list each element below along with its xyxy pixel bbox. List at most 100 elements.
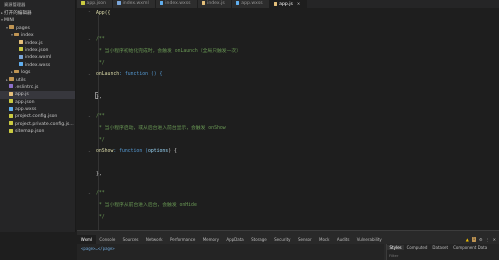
project-root[interactable]: ▾MINI bbox=[0, 17, 75, 24]
editor-tab[interactable]: app.js × bbox=[269, 0, 308, 8]
fold-icon[interactable]: ⌄ bbox=[88, 8, 91, 15]
code-line: * 当小程序启动，或从后台进入前台显示，会触发 onShow bbox=[96, 126, 226, 131]
code-line: onShow: function (options) { bbox=[96, 149, 177, 154]
tab-label: index.wxss bbox=[165, 1, 191, 6]
close-icon[interactable]: ✕ bbox=[493, 237, 496, 242]
code-line: */ bbox=[96, 138, 105, 143]
tab-label: index.js bbox=[207, 1, 225, 6]
code-line: */ bbox=[96, 215, 105, 220]
editor-tab[interactable]: app.wxss bbox=[231, 0, 270, 8]
tree-item-label: index.wxml bbox=[25, 55, 52, 61]
tree-folder[interactable]: ▾ pages bbox=[0, 25, 75, 32]
tree-file[interactable]: app.js bbox=[0, 91, 75, 99]
wxml-tree[interactable]: <page>…</page> bbox=[77, 244, 384, 260]
fold-icon[interactable]: ⌄ bbox=[88, 113, 91, 120]
tree-item-label: index.wxss bbox=[25, 62, 51, 68]
tree-file[interactable]: sitemap.json bbox=[0, 128, 75, 135]
styles-tab-component-data[interactable]: Component Data bbox=[451, 245, 490, 250]
tree-file[interactable]: index.js bbox=[0, 40, 75, 47]
project-name: MINI bbox=[4, 18, 15, 24]
warning-count: 1 bbox=[471, 237, 477, 242]
fold-icon[interactable]: ⌄ bbox=[88, 71, 91, 78]
folder-icon bbox=[9, 25, 14, 30]
warning-icon[interactable]: ▲ bbox=[466, 237, 469, 242]
devtools-tab-console[interactable]: Console bbox=[96, 235, 119, 244]
tab-label: app.js bbox=[279, 2, 293, 7]
code-line: /** bbox=[96, 114, 105, 119]
fold-icon[interactable]: ⌄ bbox=[88, 148, 91, 155]
devtools-tab-memory[interactable]: Memory bbox=[199, 235, 223, 244]
tree-item-label: logs bbox=[21, 70, 31, 76]
tree-file[interactable]: project.config.json bbox=[0, 113, 75, 120]
close-icon[interactable]: × bbox=[297, 1, 300, 6]
file-icon bbox=[9, 128, 13, 133]
tree-file[interactable]: .eslintrc.js bbox=[0, 84, 75, 91]
devtools-tab-mock[interactable]: Mock bbox=[315, 235, 333, 244]
file-icon bbox=[19, 54, 23, 59]
code-editor[interactable]: ⌄ ⌄ ⌄ ⌄ ⌄ ⌄ App({ /** * 当小程序初始化完成时，会触发 o… bbox=[77, 8, 499, 230]
code-line: * 当小程序初始化完成时，会触发 onLaunch（全局只触发一次） bbox=[96, 49, 241, 54]
code-line: /** bbox=[96, 191, 105, 196]
tree-file[interactable]: app.wxss bbox=[0, 106, 75, 113]
editor-tab[interactable]: index.wxml bbox=[113, 0, 156, 8]
file-icon bbox=[19, 62, 23, 67]
devtools-panel: Wxml Console Sources Network Performance Memo… bbox=[77, 230, 499, 260]
devtools-tab-wxml[interactable]: Wxml bbox=[77, 235, 96, 244]
tree-item-label: app.wxss bbox=[15, 107, 37, 113]
settings-icon[interactable]: ⚙ bbox=[479, 237, 483, 242]
styles-tab-styles[interactable]: Styles bbox=[387, 245, 405, 250]
folder-icon bbox=[9, 77, 14, 81]
filter-input[interactable]: Filter bbox=[389, 253, 459, 258]
tree-item-label: project.config.json bbox=[15, 114, 58, 120]
more-icon[interactable]: ⋮ bbox=[486, 237, 490, 242]
styles-tab-dataset[interactable]: Dataset bbox=[430, 245, 451, 250]
editor-tab[interactable]: index.js bbox=[197, 0, 232, 8]
code-line: }, bbox=[96, 172, 102, 177]
tree-file[interactable]: app.json bbox=[0, 99, 75, 106]
devtools-tab-sensor[interactable]: Sensor bbox=[294, 235, 315, 244]
tree-folder[interactable]: ▾ index bbox=[0, 32, 75, 39]
devtools-tab-security[interactable]: Security bbox=[270, 235, 294, 244]
devtools-tab-vulnerability[interactable]: Vulnerability bbox=[353, 235, 385, 244]
tree-file[interactable]: project.private.config.js... bbox=[0, 121, 75, 128]
editor-tab[interactable]: index.wxss bbox=[155, 0, 198, 8]
tab-label: app.json bbox=[86, 1, 107, 6]
tree-file[interactable]: index.wxml bbox=[0, 54, 75, 61]
open-editors-label: 打开的编辑器 bbox=[4, 11, 32, 16]
tree-item-label: app.js bbox=[15, 92, 29, 98]
devtools-toolbar: ▲ 1 ⚙ ⋮ ✕ bbox=[466, 235, 496, 244]
code-line: * 当小程序从前台进入后台，会触发 onHide bbox=[96, 203, 197, 208]
wxml-node[interactable]: <page>…</page> bbox=[81, 246, 115, 251]
file-icon bbox=[159, 1, 164, 5]
tree-item-label: app.json bbox=[15, 99, 35, 105]
styles-pane: Styles Computed Dataset Component Data Filt… bbox=[386, 244, 499, 260]
styles-tab-bar: Styles Computed Dataset Component Data bbox=[387, 244, 499, 251]
styles-tab-computed[interactable]: Computed bbox=[404, 245, 430, 250]
tree-file[interactable]: index.json bbox=[0, 47, 75, 54]
file-icon bbox=[235, 1, 240, 5]
devtools-tab-audits[interactable]: Audits bbox=[333, 235, 353, 244]
file-icon bbox=[9, 106, 13, 111]
fold-icon[interactable]: ⌄ bbox=[88, 190, 91, 197]
file-icon bbox=[9, 99, 13, 104]
editor-tab[interactable]: app.json bbox=[77, 0, 113, 8]
code-line: App({ bbox=[96, 11, 111, 16]
code-line: onLaunch: function () { bbox=[96, 72, 163, 77]
devtools-tab-network[interactable]: Network bbox=[142, 235, 166, 244]
tab-label: app.wxss bbox=[241, 1, 263, 6]
tree-file[interactable]: index.wxss bbox=[0, 62, 75, 69]
devtools-tab-appdata[interactable]: AppData bbox=[223, 235, 248, 244]
open-editors-section[interactable]: ▸打开的编辑器 bbox=[0, 10, 75, 17]
file-icon bbox=[9, 84, 13, 89]
fold-icon[interactable]: ⌄ bbox=[88, 36, 91, 43]
devtools-tab-sources[interactable]: Sources bbox=[119, 235, 142, 244]
file-icon bbox=[9, 113, 13, 118]
tree-folder[interactable]: ▸ utils bbox=[0, 77, 75, 84]
file-icon bbox=[19, 47, 23, 52]
devtools-tab-storage[interactable]: Storage bbox=[247, 235, 270, 244]
tree-folder[interactable]: ▸ logs bbox=[0, 69, 75, 76]
tree-item-label: pages bbox=[16, 25, 30, 31]
devtools-tab-performance[interactable]: Performance bbox=[166, 235, 199, 244]
file-icon bbox=[19, 40, 23, 45]
file-icon bbox=[117, 1, 121, 5]
